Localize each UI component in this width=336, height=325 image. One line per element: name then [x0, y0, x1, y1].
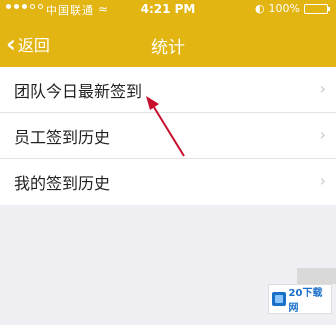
- chevron-right-icon: ›: [319, 125, 326, 144]
- menu-item-label: 我的签到历史: [14, 174, 111, 193]
- lock-rotation-icon: ◐: [254, 2, 265, 15]
- side-tab: [297, 268, 336, 284]
- navigation-bar: ‹ 返回 统计: [0, 20, 336, 67]
- watermark-text: 20下载网: [288, 288, 323, 314]
- menu-item-my-signin-history[interactable]: 我的签到历史 ›: [0, 159, 336, 205]
- menu-item-label: 团队今日最新签到: [14, 82, 143, 101]
- battery-icon: [304, 3, 330, 14]
- app-header: 中国联通 ≈ 4:21 PM ◐ 100% ‹ 返回 统计: [0, 0, 336, 67]
- menu-item-employee-signin-history[interactable]: 员工签到历史 ›: [0, 113, 336, 159]
- statistics-menu: 团队今日最新签到 › 员工签到历史 › 我的签到历史 ›: [0, 67, 336, 205]
- status-bar: 中国联通 ≈ 4:21 PM ◐ 100%: [0, 0, 336, 20]
- chevron-right-icon: ›: [319, 171, 326, 190]
- menu-item-team-today-signin[interactable]: 团队今日最新签到 ›: [0, 67, 336, 113]
- watermark-logo: 20下载网: [268, 284, 332, 314]
- battery-percent: 100%: [268, 2, 300, 15]
- menu-item-label: 员工签到历史: [14, 128, 111, 147]
- watermark-icon: [272, 292, 286, 306]
- battery-status: ◐ 100%: [254, 2, 330, 15]
- page-title: 统计: [151, 38, 185, 58]
- chevron-right-icon: ›: [319, 79, 326, 98]
